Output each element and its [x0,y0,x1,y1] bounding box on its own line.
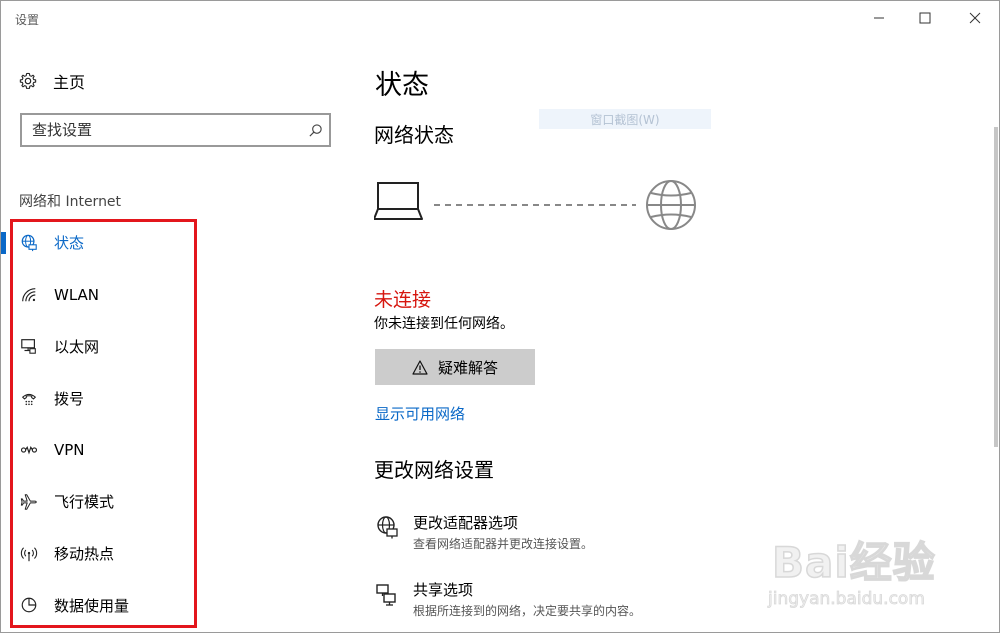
change-settings-title: 更改网络设置 [374,458,494,482]
network-diagram [374,180,696,230]
connection-status: 未连接 [374,289,432,311]
close-button[interactable] [949,1,999,35]
watermark-url: jingyan.baidu.com [768,589,926,610]
connection-description: 你未连接到任何网络。 [374,316,514,332]
dialup-icon [21,394,37,406]
option-desc: 根据所连接到的网络，决定要共享的内容。 [413,604,642,618]
sidebar-item-label: 飞行模式 [54,493,115,512]
sidebar-item-hotspot[interactable]: 移动热点 [1,528,346,580]
home-label: 主页 [53,73,86,92]
sidebar-item-label: WLAN [54,285,100,304]
adapter-icon [377,516,398,539]
sidebar-item-vpn[interactable]: VPN [1,424,346,476]
sidebar: 主页 网络和 Internet [1,37,346,632]
vpn-icon [20,446,38,455]
sidebar-item-label: 拨号 [54,389,85,408]
sharing-options-item[interactable]: 共享选项 根据所连接到的网络，决定要共享的内容。 [375,581,641,620]
title-bar[interactable]: 设置 [1,1,999,37]
warning-icon [412,359,428,375]
sidebar-item-ethernet[interactable]: 以太网 [1,321,346,373]
option-desc: 查看网络适配器并更改连接设置。 [413,537,594,551]
search-button[interactable] [301,115,329,145]
sharing-icon [376,584,396,606]
scrollbar[interactable] [994,127,998,447]
sidebar-item-label: 以太网 [54,337,100,356]
adapter-options-item[interactable]: 更改适配器选项 查看网络适配器并更改连接设置。 [375,514,593,553]
maximize-icon [919,12,931,24]
option-title: 更改适配器选项 [413,514,519,532]
sidebar-item-label: 状态 [54,234,85,253]
minimize-button[interactable] [853,1,905,35]
troubleshoot-label: 疑难解答 [437,358,498,377]
watermark: Bai经验 jingyan.baidu.com [756,519,996,629]
show-networks-link[interactable]: 显示可用网络 [375,403,465,424]
maximize-button[interactable] [899,1,951,35]
airplane-icon [20,494,37,510]
hotspot-icon [20,546,38,561]
nav-list: 状态 WLAN 以太网 拨号 VPN 飞行模式 移动热点 数据使用量 [1,217,346,631]
sidebar-item-airplane[interactable]: 飞行模式 [1,476,346,528]
network-status-title: 网络状态 [374,123,454,147]
minimize-icon [874,17,884,19]
active-indicator [1,232,6,254]
ethernet-icon [21,339,36,355]
gear-icon [19,72,37,89]
search-input[interactable] [22,115,301,145]
page-title: 状态 [375,70,429,101]
sidebar-item-wlan[interactable]: WLAN [1,269,346,321]
option-title: 共享选项 [413,581,474,599]
ghost-tooltip: 窗口截图(W) [539,109,711,129]
sidebar-item-status[interactable]: 状态 [1,217,346,269]
home-link[interactable]: 主页 [19,69,85,93]
globe-status-icon [21,234,37,251]
sidebar-item-label: 数据使用量 [54,596,130,615]
sidebar-item-label: VPN [54,441,85,460]
wifi-icon [22,287,36,302]
window-title: 设置 [15,13,40,27]
search-box[interactable] [20,113,331,147]
troubleshoot-button[interactable]: 疑难解答 [375,349,535,385]
laptop-icon [374,182,423,220]
sidebar-item-dialup[interactable]: 拨号 [1,372,346,424]
section-label: 网络和 Internet [19,194,122,210]
search-icon [308,123,322,137]
watermark-brand: Bai经验 [771,537,936,588]
data-usage-icon [21,598,37,613]
settings-window: 设置 主页 网络和 Inte [0,0,1000,633]
globe-icon [646,180,696,230]
sidebar-item-label: 移动热点 [54,545,115,564]
sidebar-item-data-usage[interactable]: 数据使用量 [1,580,346,632]
close-icon [969,12,981,24]
